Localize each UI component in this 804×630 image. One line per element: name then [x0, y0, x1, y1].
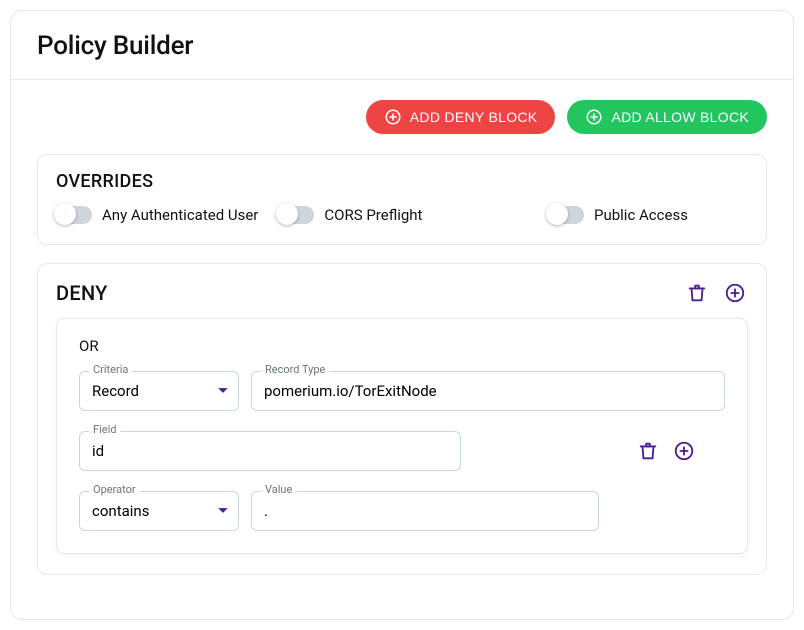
add-deny-block-label: ADD DENY BLOCK: [410, 109, 538, 125]
toggle-any-authenticated-user[interactable]: [56, 206, 92, 224]
page-title: Policy Builder: [37, 31, 767, 61]
toggle-public-access[interactable]: [548, 206, 584, 224]
overrides-section: OVERRIDES Any Authenticated User CORS Pr…: [37, 154, 767, 245]
action-button-row: ADD DENY BLOCK ADD ALLOW BLOCK: [37, 100, 767, 134]
record-type-input[interactable]: [251, 371, 725, 411]
plus-circle-icon: [673, 440, 695, 462]
overrides-title: OVERRIDES: [56, 171, 748, 192]
add-rule-button[interactable]: [722, 280, 748, 306]
add-allow-block-button[interactable]: ADD ALLOW BLOCK: [567, 100, 767, 134]
toggle-label: Any Authenticated User: [102, 206, 258, 224]
field-label: Field: [89, 423, 120, 436]
plus-circle-icon: [384, 108, 402, 126]
add-allow-block-label: ADD ALLOW BLOCK: [611, 109, 749, 125]
criteria-select[interactable]: Record: [79, 371, 239, 411]
criteria-field: Criteria Record: [79, 371, 239, 411]
record-type-field: Record Type: [251, 371, 725, 411]
value-input[interactable]: [251, 491, 599, 531]
rule-group: OR Criteria Record Record Type: [56, 318, 748, 554]
field-input[interactable]: [79, 431, 461, 471]
toggle-label: CORS Preflight: [324, 206, 422, 224]
or-label: OR: [79, 337, 725, 355]
operator-label: Operator: [89, 483, 140, 496]
delete-block-button[interactable]: [684, 280, 710, 306]
criteria-label: Criteria: [89, 363, 132, 376]
record-type-label: Record Type: [261, 363, 329, 376]
operator-field: Operator contains: [79, 491, 239, 531]
value-field: Value: [251, 491, 599, 531]
toggle-label: Public Access: [594, 206, 688, 224]
plus-circle-icon: [724, 282, 746, 304]
field-field: Field: [79, 431, 461, 471]
delete-criterion-button[interactable]: [635, 438, 661, 464]
trash-icon: [637, 440, 659, 462]
operator-select[interactable]: contains: [79, 491, 239, 531]
deny-title: DENY: [56, 281, 108, 305]
add-criterion-button[interactable]: [671, 438, 697, 464]
toggle-cors-preflight[interactable]: [278, 206, 314, 224]
add-deny-block-button[interactable]: ADD DENY BLOCK: [366, 100, 556, 134]
plus-circle-icon: [585, 108, 603, 126]
value-label: Value: [261, 483, 296, 496]
trash-icon: [686, 282, 708, 304]
deny-section: DENY: [37, 263, 767, 575]
